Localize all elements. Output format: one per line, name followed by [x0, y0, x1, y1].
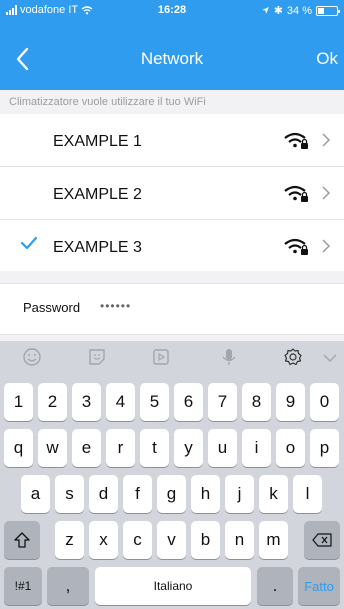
- navigation-bar: Network Ok: [0, 43, 344, 79]
- checkmark-icon: [20, 236, 38, 250]
- key[interactable]: a: [21, 475, 50, 513]
- sticker-icon[interactable]: [87, 347, 107, 367]
- page-title: Network: [140, 49, 204, 68]
- key[interactable]: 3: [72, 383, 101, 421]
- backspace-icon: [312, 533, 332, 547]
- keyboard: 1 2 3 4 5 6 7 8 9 0 q w e r t y u i o p …: [0, 341, 344, 609]
- key[interactable]: 2: [38, 383, 67, 421]
- backspace-key[interactable]: [304, 521, 340, 559]
- network-name: EXAMPLE 1: [53, 133, 142, 150]
- key[interactable]: i: [242, 429, 271, 467]
- network-row[interactable]: EXAMPLE 2: [0, 167, 344, 219]
- key[interactable]: b: [191, 521, 220, 559]
- key[interactable]: 8: [242, 383, 271, 421]
- chevron-right-icon: [322, 239, 331, 253]
- key[interactable]: 4: [106, 383, 135, 421]
- key[interactable]: 6: [174, 383, 203, 421]
- key[interactable]: o: [276, 429, 305, 467]
- network-name: EXAMPLE 3: [53, 239, 142, 256]
- wifi-lock-icon: [284, 238, 308, 255]
- key[interactable]: c: [123, 521, 152, 559]
- network-list: EXAMPLE 1 EXAMPLE 2 EXAMPLE 3: [0, 114, 344, 271]
- key[interactable]: n: [225, 521, 254, 559]
- chevron-right-icon: [322, 133, 331, 147]
- key[interactable]: 9: [276, 383, 305, 421]
- bluetooth-icon: ✱: [273, 5, 283, 17]
- key[interactable]: h: [191, 475, 220, 513]
- key[interactable]: y: [174, 429, 203, 467]
- settings-icon[interactable]: [283, 347, 303, 367]
- space-key[interactable]: Italiano: [95, 567, 251, 605]
- chevron-right-icon: [322, 186, 331, 200]
- key[interactable]: t: [140, 429, 169, 467]
- shift-key[interactable]: [4, 521, 40, 559]
- password-field[interactable]: ••••••: [100, 299, 131, 313]
- shift-icon: [14, 532, 30, 548]
- keyboard-toolbar: [0, 341, 344, 373]
- key[interactable]: w: [38, 429, 67, 467]
- top-bar: vodafone IT 16:28 ✱ 34 % Network Ok: [0, 0, 344, 90]
- key[interactable]: l: [293, 475, 322, 513]
- period-key[interactable]: .: [257, 567, 293, 605]
- key[interactable]: z: [55, 521, 84, 559]
- wifi-lock-icon: [284, 185, 308, 202]
- symbols-key[interactable]: !#1: [4, 567, 42, 605]
- key[interactable]: d: [89, 475, 118, 513]
- key[interactable]: p: [310, 429, 339, 467]
- password-row: Password ••••••: [0, 283, 344, 335]
- network-row[interactable]: EXAMPLE 1: [0, 114, 344, 166]
- key[interactable]: v: [157, 521, 186, 559]
- password-label: Password: [23, 300, 81, 315]
- key[interactable]: j: [225, 475, 254, 513]
- network-name: EXAMPLE 2: [53, 186, 142, 203]
- battery-icon: [316, 5, 340, 16]
- status-bar: vodafone IT 16:28 ✱ 34 %: [0, 0, 344, 21]
- done-key[interactable]: Fatto: [298, 567, 340, 605]
- key[interactable]: 5: [140, 383, 169, 421]
- battery-percent: 34 %: [286, 4, 312, 17]
- key[interactable]: e: [72, 429, 101, 467]
- key[interactable]: 1: [4, 383, 33, 421]
- ok-button[interactable]: Ok: [316, 49, 338, 69]
- network-row-selected[interactable]: EXAMPLE 3: [0, 220, 344, 272]
- key[interactable]: 7: [208, 383, 237, 421]
- collapse-icon[interactable]: [320, 347, 340, 367]
- key[interactable]: s: [55, 475, 84, 513]
- key[interactable]: q: [4, 429, 33, 467]
- key[interactable]: u: [208, 429, 237, 467]
- key[interactable]: 0: [310, 383, 339, 421]
- wifi-request-hint: Climatizzatore vuole utilizzare il tuo W…: [9, 96, 206, 108]
- key[interactable]: x: [89, 521, 118, 559]
- key[interactable]: m: [259, 521, 288, 559]
- microphone-icon[interactable]: [219, 347, 239, 367]
- comma-key[interactable]: ,: [47, 567, 89, 605]
- key[interactable]: f: [123, 475, 152, 513]
- key[interactable]: g: [157, 475, 186, 513]
- key[interactable]: k: [259, 475, 288, 513]
- wifi-lock-icon: [284, 132, 308, 149]
- location-icon: [261, 7, 269, 14]
- emoji-icon[interactable]: [22, 347, 42, 367]
- gif-icon[interactable]: [151, 347, 171, 367]
- key[interactable]: r: [106, 429, 135, 467]
